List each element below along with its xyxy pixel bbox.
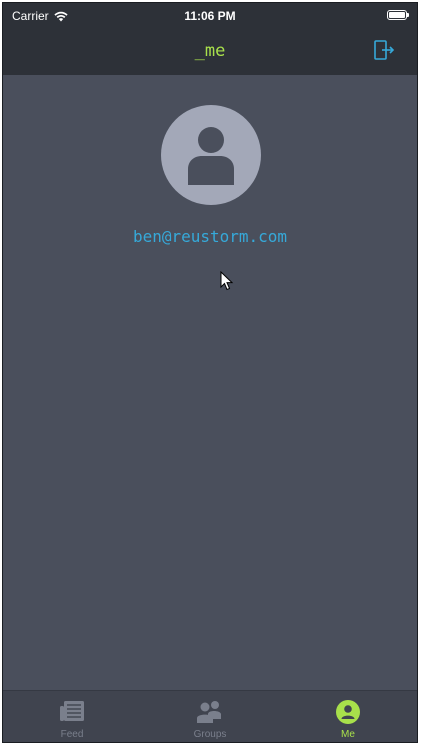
tab-bar: Feed Groups Me <box>3 690 417 742</box>
logout-button[interactable] <box>373 39 395 61</box>
tab-label: Me <box>341 729 355 740</box>
logout-icon <box>374 40 395 60</box>
battery-icon <box>387 10 409 20</box>
user-circle-icon <box>336 700 360 724</box>
phone-screen: Carrier 11:06 PM _me ben@reustorm.com Fe… <box>2 2 418 743</box>
page-title: _me <box>194 41 226 61</box>
user-icon <box>188 127 234 185</box>
status-bar: Carrier 11:06 PM <box>3 3 417 29</box>
tab-label: Feed <box>60 729 84 740</box>
groups-icon <box>197 701 221 723</box>
navigation-bar: _me <box>3 29 417 75</box>
avatar <box>161 105 261 205</box>
user-email: ben@reustorm.com <box>132 227 288 246</box>
tab-label: Groups <box>193 729 227 740</box>
tab-groups[interactable]: Groups <box>141 691 279 742</box>
profile-content: ben@reustorm.com <box>3 75 417 690</box>
newspaper-icon <box>60 701 84 721</box>
tab-feed[interactable]: Feed <box>3 691 141 742</box>
tab-me[interactable]: Me <box>279 691 417 742</box>
status-time: 11:06 PM <box>184 9 236 23</box>
mouse-cursor-icon <box>220 271 234 291</box>
